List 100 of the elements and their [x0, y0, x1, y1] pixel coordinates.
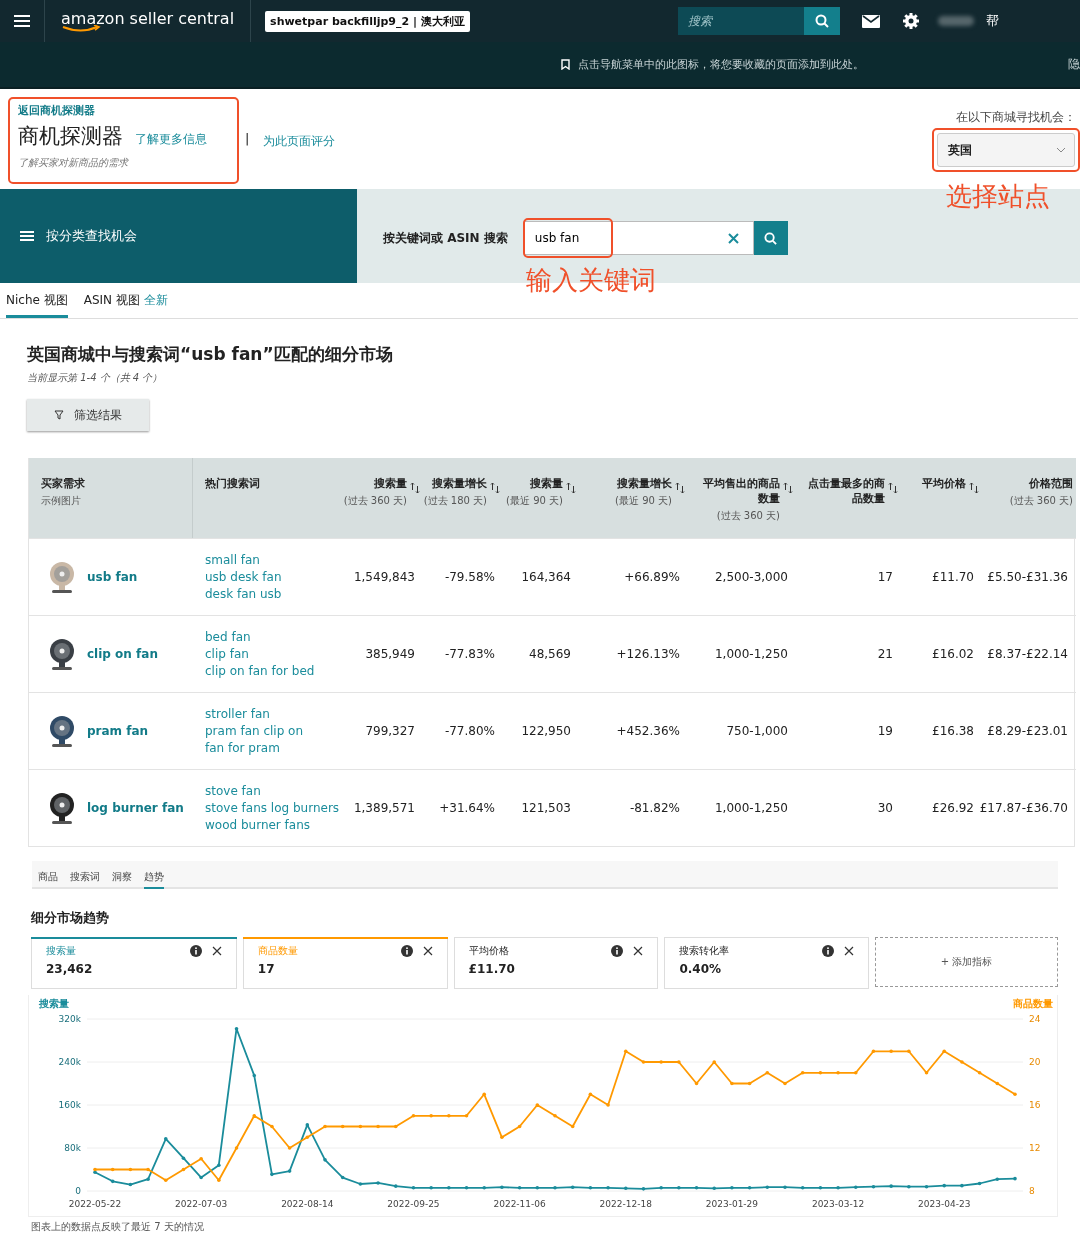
table-cell: 19: [796, 692, 901, 769]
search-button[interactable]: [803, 7, 840, 35]
table-cell: 799,327: [341, 692, 423, 769]
detail-tab[interactable]: 洞察: [112, 870, 132, 889]
column-header[interactable]: 搜索量增长: [423, 476, 487, 491]
data-point: [783, 1185, 787, 1190]
close-icon[interactable]: [211, 946, 222, 956]
data-point: [163, 1137, 168, 1141]
info-icon[interactable]: [822, 945, 835, 957]
detail-tab[interactable]: 趋势: [144, 870, 164, 889]
search-term-link[interactable]: bed fan: [205, 628, 251, 646]
bookmark-hint: 点击导航菜单中的此图标，将您要收藏的页面添加到此处。: [578, 57, 864, 72]
keyword-search-field[interactable]: usb fan: [523, 221, 754, 255]
table-cell: -77.83%: [423, 615, 503, 692]
data-point: [517, 1124, 522, 1129]
add-metric-button[interactable]: + 添加指标: [875, 937, 1058, 987]
close-icon[interactable]: [844, 946, 855, 956]
data-point: [376, 1181, 380, 1185]
search-term-link[interactable]: stove fan: [205, 782, 261, 800]
help-link[interactable]: 帮: [985, 12, 999, 30]
learn-more-link[interactable]: 了解更多信息: [135, 131, 207, 148]
data-point: [217, 1163, 221, 1167]
table-cell: 1,000-1,250: [688, 615, 796, 692]
sort-icon[interactable]: [566, 482, 576, 494]
search-term-link[interactable]: small fan: [205, 551, 260, 569]
column-header[interactable]: 搜索量增长: [615, 476, 672, 491]
store-selector[interactable]: shwetpar backfilljp9_2 | 澳大利亚: [265, 10, 470, 32]
search-button[interactable]: [753, 221, 788, 255]
niche-link[interactable]: clip on fan: [87, 647, 158, 661]
data-point: [818, 1070, 823, 1075]
table-cell: 2,500-3,000: [688, 538, 796, 615]
seller-central-logo[interactable]: amazon seller central: [45, 9, 251, 33]
search-term-link[interactable]: fan for pram: [205, 739, 280, 757]
tick-label: 2023-04-23: [918, 1199, 971, 1209]
metric-card[interactable]: 搜索量 23,462: [31, 937, 237, 989]
table-cell: 1,000-1,250: [688, 769, 796, 846]
page-title: 商机探测器: [18, 123, 123, 150]
search-term-link[interactable]: usb desk fan: [205, 568, 282, 586]
close-icon[interactable]: [633, 946, 644, 956]
sort-icon[interactable]: [675, 482, 685, 494]
hide-link[interactable]: 隐: [1068, 56, 1080, 73]
axis-title: 商品数量: [1013, 998, 1053, 1009]
data-point: [588, 1092, 593, 1097]
table-cell: 30: [796, 769, 901, 846]
data-point: [889, 1049, 893, 1054]
detail-tab[interactable]: 商品: [38, 870, 58, 889]
search-term-link[interactable]: stove fans log burners: [205, 799, 340, 817]
metric-card[interactable]: 搜索转化率 0.40%: [664, 937, 870, 989]
niche-link[interactable]: log burner fan: [87, 801, 184, 815]
clear-icon[interactable]: [727, 232, 739, 244]
column-header[interactable]: 搜索量: [506, 476, 563, 491]
search-term-link[interactable]: pram fan clip on: [205, 722, 304, 740]
search-term-link[interactable]: clip fan: [205, 645, 249, 663]
metric-card[interactable]: 平均价格 £11.70: [453, 937, 659, 989]
table-cell: £16.38: [901, 692, 982, 769]
table-cell: 122,950: [503, 692, 579, 769]
search-term-link[interactable]: wood burner fans: [205, 816, 311, 834]
data-point: [623, 1049, 628, 1054]
data-point: [907, 1049, 911, 1054]
data-point: [747, 1081, 752, 1086]
back-link[interactable]: 返回商机探测器: [18, 103, 229, 118]
mail-icon[interactable]: [861, 14, 880, 28]
data-point: [553, 1185, 557, 1190]
sort-icon[interactable]: [410, 482, 420, 494]
info-icon[interactable]: [400, 945, 413, 957]
view-tab[interactable]: ASIN 视图: [83, 283, 140, 318]
tick-label: 2022-11-06: [493, 1199, 546, 1209]
view-tab[interactable]: Niche 视图: [6, 283, 68, 318]
column-header[interactable]: 买家需求: [41, 476, 85, 491]
search-term-link[interactable]: desk fan usb: [205, 585, 282, 603]
settings-icon[interactable]: [901, 12, 920, 30]
sort-icon[interactable]: [969, 482, 979, 494]
info-icon[interactable]: [189, 945, 202, 957]
table-cell: 48,569: [503, 615, 579, 692]
detail-tab[interactable]: 搜索词: [70, 870, 100, 889]
sort-icon[interactable]: [490, 482, 500, 494]
marketplace-dropdown[interactable]: 英国: [937, 133, 1075, 167]
niche-link[interactable]: usb fan: [87, 570, 138, 584]
column-header[interactable]: 平均价格: [922, 476, 966, 491]
keyword-input[interactable]: usb fan: [524, 231, 655, 245]
data-point: [146, 1177, 150, 1181]
category-button[interactable]: 按分类查找机会: [0, 189, 357, 283]
search-field[interactable]: 搜索: [677, 7, 804, 35]
search-term-link[interactable]: clip on fan for bed: [205, 662, 315, 680]
column-header[interactable]: 平均售出的商品数量: [696, 476, 780, 506]
menu-icon[interactable]: [14, 15, 30, 27]
sort-icon[interactable]: [783, 482, 793, 494]
metric-card[interactable]: 商品数量 17: [242, 937, 448, 989]
tick-label: 2022-08-14: [281, 1199, 334, 1209]
info-icon[interactable]: [611, 945, 624, 957]
tick-label: 320k: [58, 1014, 81, 1024]
column-header[interactable]: 热门搜索词: [205, 476, 260, 491]
sort-icon[interactable]: [888, 482, 898, 494]
rate-page-link[interactable]: 为此页面评分: [263, 133, 336, 150]
search-term-link[interactable]: stroller fan: [205, 705, 270, 723]
column-header[interactable]: 搜索量: [343, 476, 407, 491]
column-header[interactable]: 价格范围: [1009, 476, 1073, 491]
close-icon[interactable]: [422, 946, 433, 956]
filter-button[interactable]: 筛选结果: [27, 399, 149, 431]
niche-link[interactable]: pram fan: [87, 724, 149, 738]
